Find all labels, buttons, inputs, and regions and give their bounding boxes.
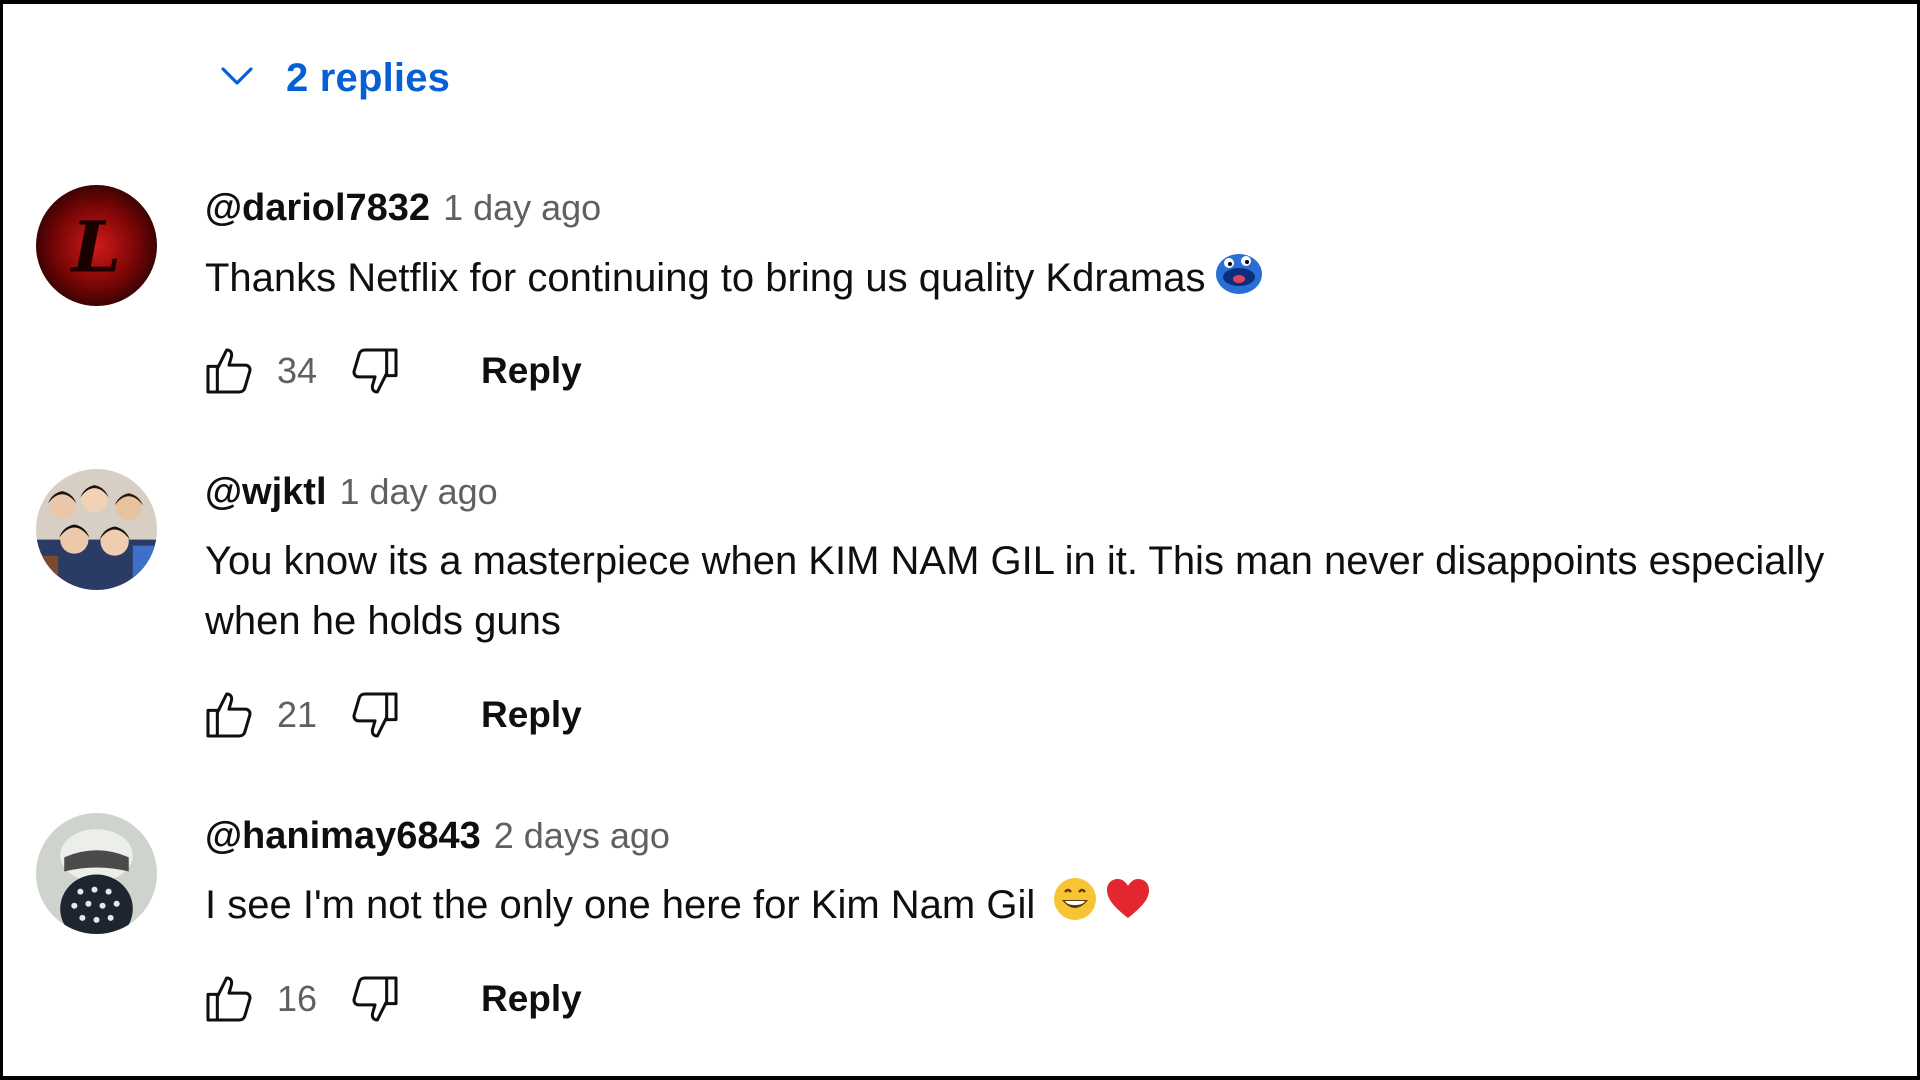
dislike-icon[interactable] [347, 971, 403, 1027]
like-count: 16 [277, 978, 318, 1019]
comments-panel: 2 replies L @dariol7832 1 day ago Thanks… [0, 0, 1920, 1080]
like-count: 21 [277, 694, 318, 735]
avatar[interactable] [36, 813, 157, 934]
svg-text:L: L [70, 206, 122, 289]
comment-timestamp[interactable]: 1 day ago [443, 187, 601, 229]
like-icon[interactable] [201, 971, 257, 1027]
blue-face-emoji-icon [1212, 247, 1266, 314]
red-heart-emoji-icon [1104, 877, 1152, 938]
comment-author[interactable]: @dariol7832 [205, 187, 430, 230]
comment-timestamp[interactable]: 1 day ago [340, 471, 498, 513]
chevron-down-icon [216, 55, 258, 102]
comment-actions: 34 Reply [201, 341, 582, 401]
like-count: 34 [277, 350, 318, 391]
show-replies-button[interactable]: 2 replies [216, 52, 450, 104]
comment-actions: 21 Reply [201, 685, 582, 745]
comment-author[interactable]: @hanimay6843 [205, 815, 481, 858]
comment-author[interactable]: @wjktl [205, 471, 327, 514]
dislike-icon[interactable] [347, 343, 403, 399]
dislike-icon[interactable] [347, 687, 403, 743]
avatar[interactable]: L [36, 185, 157, 306]
grinning-face-emoji-icon [1052, 876, 1098, 939]
reply-button[interactable]: Reply [481, 350, 582, 392]
like-icon[interactable] [201, 687, 257, 743]
reply-button[interactable]: Reply [481, 978, 582, 1020]
comment-text: You know its a masterpiece when KIM NAM … [205, 539, 1836, 643]
replies-count-label: 2 replies [286, 55, 451, 100]
comment-text: Thanks Netflix for continuing to bring u… [205, 247, 1917, 314]
comment-actions: 16 Reply [201, 969, 582, 1029]
comment-timestamp[interactable]: 2 days ago [494, 815, 670, 857]
like-icon[interactable] [201, 343, 257, 399]
reply-button[interactable]: Reply [481, 694, 582, 736]
comment-text: I see I'm not the only one here for Kim … [205, 875, 1917, 939]
avatar[interactable] [36, 469, 157, 590]
